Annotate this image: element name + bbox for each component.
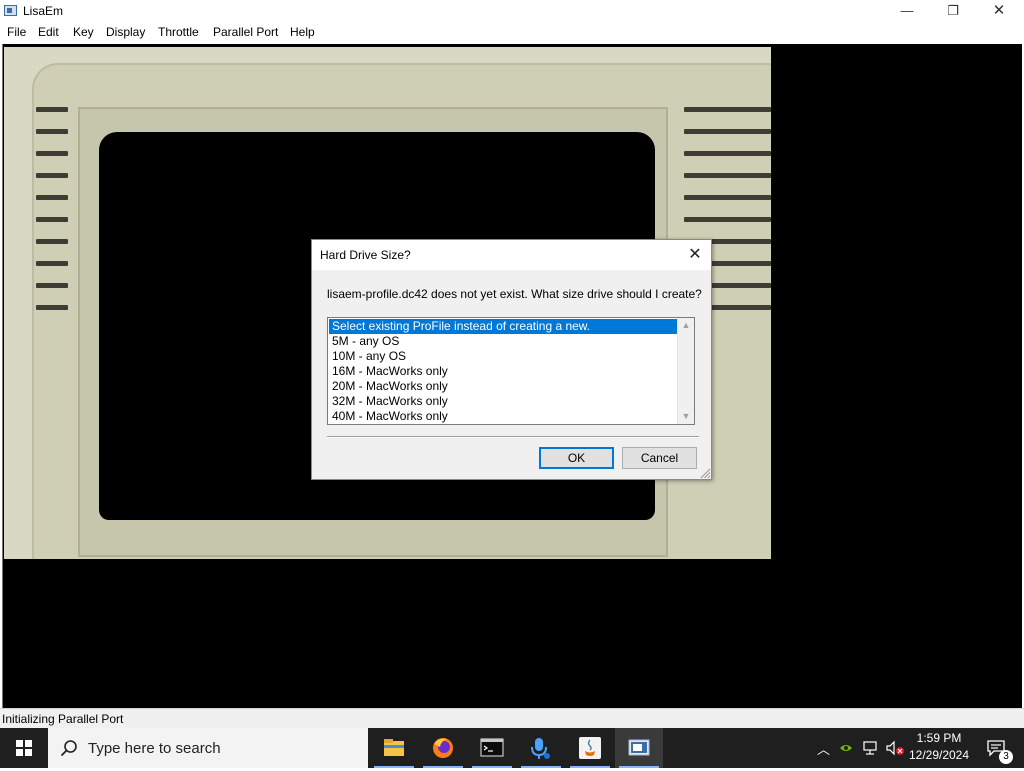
file-explorer-icon [384, 739, 404, 756]
windows-taskbar: Type here to search ︿ 1:59 PM 12/29/2024… [0, 728, 1024, 768]
menu-file[interactable]: File [7, 25, 26, 39]
vent-slot [684, 195, 771, 200]
vent-slot [684, 107, 771, 112]
search-placeholder: Type here to search [88, 740, 221, 757]
vent-slot [684, 217, 771, 222]
vent-slot [36, 195, 68, 200]
clock-date: 12/29/2024 [908, 748, 970, 762]
taskbar-java[interactable] [566, 728, 614, 768]
vent-slot [684, 173, 771, 178]
menu-key[interactable]: Key [73, 25, 94, 39]
list-item-10m[interactable]: 10M - any OS [329, 349, 677, 364]
vent-slot [36, 261, 68, 266]
close-button[interactable]: ✕ [976, 0, 1022, 22]
hard-drive-size-dialog: Hard Drive Size? ✕ lisaem-profile.dc42 d… [311, 239, 712, 480]
dialog-message: lisaem-profile.dc42 does not yet exist. … [327, 287, 702, 301]
maximize-button[interactable]: ❐ [930, 0, 976, 22]
java-icon [579, 737, 601, 759]
windows-logo-icon [16, 740, 32, 756]
drive-size-listbox[interactable]: Select existing ProFile instead of creat… [327, 317, 695, 425]
vent-slot [36, 239, 68, 244]
network-icon[interactable] [862, 740, 880, 756]
dialog-title: Hard Drive Size? [320, 248, 411, 262]
window-title: LisaEm [23, 4, 64, 18]
dialog-close-button[interactable]: ✕ [684, 244, 706, 266]
taskbar-clock[interactable]: 1:59 PM 12/29/2024 [900, 730, 978, 764]
taskbar-firefox[interactable] [419, 728, 467, 768]
minimize-button[interactable]: — [884, 0, 930, 22]
menu-parallel-port[interactable]: Parallel Port [213, 25, 278, 39]
dialog-separator [327, 436, 699, 438]
nvidia-icon[interactable] [838, 740, 854, 756]
show-hidden-icons-chevron-icon[interactable]: ︿ [817, 739, 830, 758]
status-bar: Initializing Parallel Port [0, 708, 1024, 728]
lisaem-app-icon [4, 5, 17, 16]
taskbar-voice-recorder[interactable] [517, 728, 565, 768]
taskbar-lisaem[interactable] [615, 728, 663, 768]
list-item-20m[interactable]: 20M - MacWorks only [329, 379, 677, 394]
firefox-icon [433, 738, 453, 758]
vent-slot [36, 173, 68, 178]
taskbar-terminal[interactable] [468, 728, 516, 768]
menu-help[interactable]: Help [290, 25, 315, 39]
lisaem-icon [628, 739, 650, 756]
clock-time: 1:59 PM [916, 731, 962, 745]
taskbar-search-box[interactable]: Type here to search [48, 728, 368, 768]
vent-slot [36, 151, 68, 156]
status-text: Initializing Parallel Port [2, 712, 124, 726]
vent-slot [36, 107, 68, 112]
search-icon [60, 740, 77, 757]
terminal-icon [480, 738, 504, 757]
menu-throttle[interactable]: Throttle [158, 25, 199, 39]
list-item-40m[interactable]: 40M - MacWorks only [329, 409, 677, 424]
scroll-down-icon[interactable]: ▼ [678, 409, 694, 424]
vent-slot [36, 129, 68, 134]
list-item-select-existing[interactable]: Select existing ProFile instead of creat… [329, 319, 677, 334]
window-titlebar: LisaEm — ❐ ✕ [0, 0, 1024, 22]
vent-slot [36, 305, 68, 310]
start-button[interactable] [0, 728, 48, 768]
ok-button[interactable]: OK [539, 447, 614, 469]
notification-count-badge: 3 [999, 750, 1013, 764]
list-item-5m[interactable]: 5M - any OS [329, 334, 677, 349]
taskbar-file-explorer[interactable] [370, 728, 418, 768]
vent-slot [36, 283, 68, 288]
list-item-32m[interactable]: 32M - MacWorks only [329, 394, 677, 409]
menu-edit[interactable]: Edit [38, 25, 59, 39]
dialog-titlebar: Hard Drive Size? ✕ [312, 240, 711, 270]
listbox-scrollbar[interactable]: ▲ ▼ [677, 318, 694, 424]
notification-center-button[interactable]: 3 [978, 728, 1024, 768]
list-item-16m[interactable]: 16M - MacWorks only [329, 364, 677, 379]
voice-recorder-icon [531, 738, 550, 759]
vent-slot [684, 151, 771, 156]
cancel-button[interactable]: Cancel [622, 447, 697, 469]
menu-display[interactable]: Display [106, 25, 145, 39]
menu-bar: File Edit Key Display Throttle Parallel … [0, 22, 1024, 42]
scroll-up-icon[interactable]: ▲ [678, 318, 694, 333]
vent-slot [684, 129, 771, 134]
resize-grip-icon[interactable] [700, 468, 710, 478]
vent-slot [36, 217, 68, 222]
